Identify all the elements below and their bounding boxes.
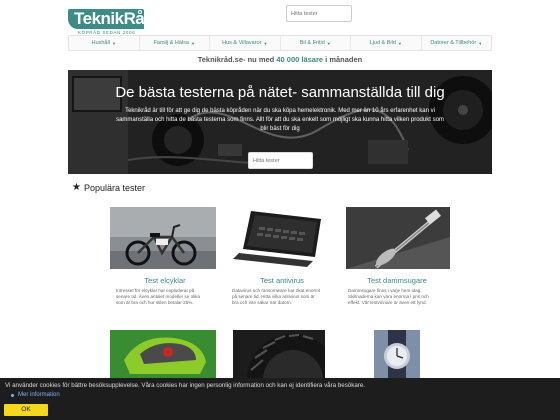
page: TeknikRåd KÖPRÅD SEDAN 2006 Hushåll▼ Fam… [0,0,560,420]
hero-title: De bästa testerna på nätet- sammanställd… [115,84,445,101]
nav-item-datorer-tillbehor[interactable]: Datorer & Tillbehör ▼ [422,36,492,50]
nav-item-bil-fritid[interactable]: Bil & Fritid ▼ [281,36,351,50]
card-image-antivirus[interactable] [233,207,325,269]
caret-down-icon: ▼ [190,40,195,46]
card-title-elcyklar[interactable]: Test elcyklar [110,276,220,285]
tagline: Teknikråd.se- nu med 40 000 läsare i mån… [0,55,560,64]
star-icon: ★ [72,182,81,193]
card-image-elcyklar[interactable] [110,207,216,269]
caret-down-icon: ▼ [397,40,402,46]
card-image-robotgrasklippare[interactable] [110,330,216,378]
tagline-prefix: Teknikråd.se- nu med [197,55,277,64]
card-desc-antivirus: Datavirus och ransomware har ökat enormt… [232,288,321,306]
card-image-klocka[interactable] [374,330,420,378]
card-image-dack[interactable] [233,330,325,378]
nav-item-label: Familj & Hälsa [153,40,189,46]
cookie-text: Vi använder cookies för bättre besöksupp… [5,382,366,389]
nav-item-label: Ljud & Bild [369,40,396,46]
card-title-antivirus[interactable]: Test antivirus [227,276,337,285]
cookie-more-info-link[interactable]: Mer information [11,392,60,398]
card-title-dammsugare[interactable]: Test dammsugare [342,276,452,285]
caret-down-icon: ▼ [478,40,483,46]
main-nav: Hushåll ▼ Familj & Hälsa ▼ Hus & Villavaro… [68,35,492,51]
nav-item-label: Bil & Fritid [299,40,325,46]
cookie-ok-button[interactable]: OK [4,404,48,416]
cookie-link-label: Mer information [18,392,60,398]
nav-item-hus-villavaror[interactable]: Hus & Villavaror ▼ [210,36,281,50]
card-image-dammsugare[interactable] [346,207,450,269]
nav-item-label: Hus & Villavaror [222,40,262,46]
hero-banner: De bästa testerna på nätet- sammanställd… [68,70,492,174]
bullet-icon [11,393,14,397]
nav-item-label: Datorer & Tillbehör [430,40,477,46]
tagline-suffix: i månaden [323,55,363,64]
nav-item-label: Hushåll [91,40,110,46]
tagline-highlight: 40 000 läsare [276,55,324,64]
popular-tests-heading: ★ Populära tester [72,182,145,193]
nav-item-familj-halsa[interactable]: Familj & Hälsa ▼ [140,36,210,50]
header-search-input[interactable] [286,5,352,22]
hero-text: Teknikråd är till för att ge dig de bäst… [116,108,444,132]
card-desc-elcyklar: Intresset för elcyklar har exploderat på… [116,288,201,306]
nav-item-ljud-bild[interactable]: Ljud & Bild ▼ [351,36,422,50]
hero-search-input[interactable] [248,152,313,169]
cookie-banner: Vi använder cookies för bättre besöksupp… [0,378,560,420]
caret-down-icon: ▼ [326,40,331,46]
caret-down-icon: ▼ [111,40,116,46]
site-logo[interactable]: TeknikRåd KÖPRÅD SEDAN 2006 [68,9,155,35]
caret-down-icon: ▼ [263,40,268,46]
card-desc-dammsugare: Dammsugare finns i varje hem idag. Skill… [348,288,429,306]
nav-item-hushall[interactable]: Hushåll ▼ [69,36,140,50]
popular-tests-title: Populära tester [83,182,146,193]
logo-text: TeknikRåd [74,9,155,28]
